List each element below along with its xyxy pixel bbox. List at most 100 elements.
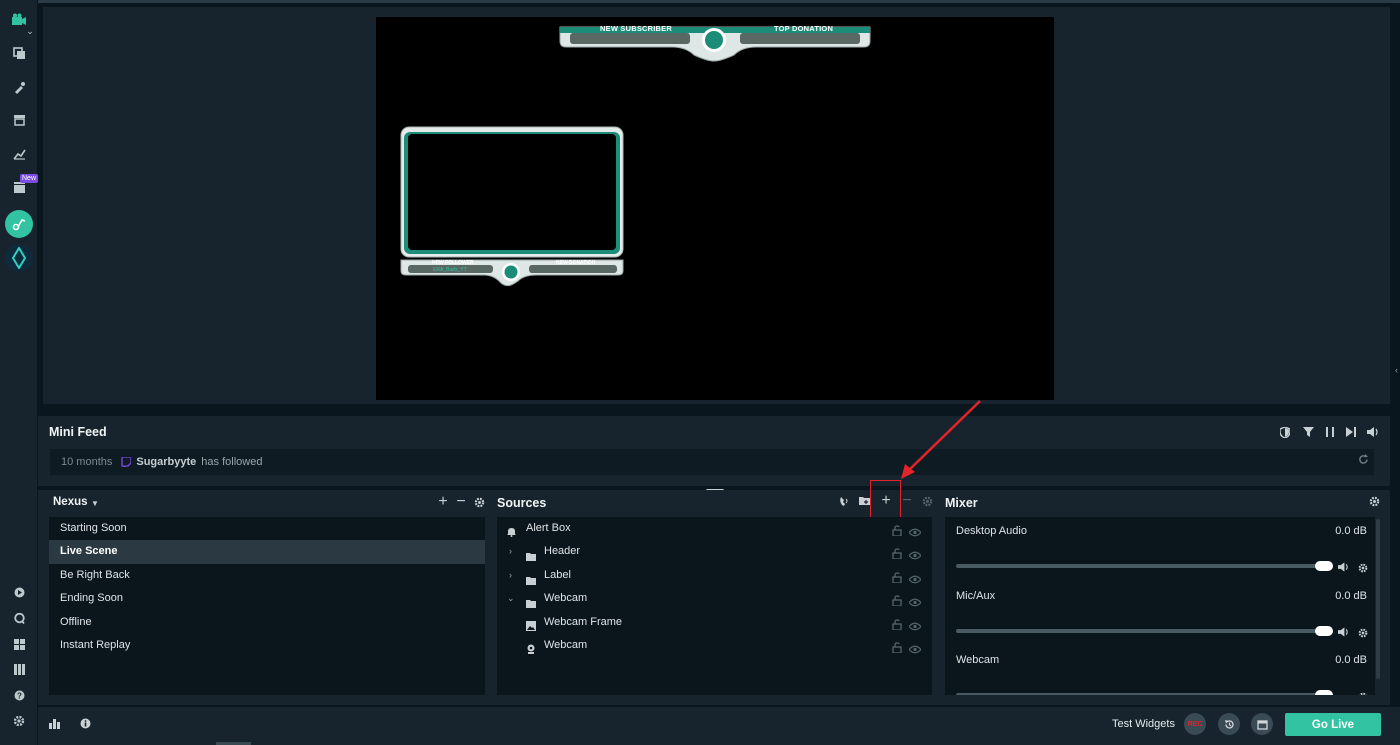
feed-item-time: 10 months	[61, 456, 113, 468]
source-item[interactable]: Webcam	[497, 634, 932, 657]
visibility-eye-icon[interactable]	[908, 641, 922, 654]
visibility-eye-icon[interactable]	[908, 547, 922, 560]
channel-gear-icon[interactable]	[1358, 560, 1368, 578]
filter-icon[interactable]	[1301, 425, 1315, 439]
store-icon[interactable]	[0, 108, 38, 132]
scene-item[interactable]: Starting Soon	[49, 517, 485, 540]
collapse-panel-icon[interactable]: ‹	[1395, 365, 1398, 375]
music-app-icon[interactable]	[5, 210, 33, 238]
skip-icon[interactable]	[1344, 425, 1358, 439]
refresh-icon[interactable]	[1356, 452, 1370, 466]
unlock-icon[interactable]	[892, 546, 902, 561]
remove-source-button[interactable]: −	[900, 492, 914, 509]
channel-name: Desktop Audio	[956, 525, 1027, 537]
mixer-channel: Mic/Aux 0.0 dB	[945, 581, 1373, 645]
source-item[interactable]: ⌄ Webcam	[497, 587, 932, 610]
chat-icon[interactable]	[0, 606, 38, 630]
scenes-list: Starting Soon Live Scene Be Right Back E…	[49, 517, 485, 695]
volume-slider-track[interactable]	[956, 564, 1326, 568]
info-icon[interactable]	[78, 716, 92, 730]
chevron-down-icon[interactable]: ▼	[90, 497, 100, 509]
layout-icon[interactable]	[0, 41, 38, 65]
scene-collection-name[interactable]: Nexus	[53, 496, 88, 508]
sources-list: Alert Box › Header › Label ⌄ Webcam Webc…	[497, 517, 932, 695]
scene-item[interactable]: Be Right Back	[49, 564, 485, 587]
stream-preview-canvas[interactable]: NEW SUBSCRIBER TOP DONATION NEW FOLLOWER…	[376, 17, 1054, 400]
feed-item-action: has followed	[201, 456, 263, 468]
scene-item-active[interactable]: Live Scene	[49, 540, 485, 564]
unlock-icon[interactable]	[892, 593, 902, 607]
mixer-channel: Webcam 0.0 dB	[945, 645, 1373, 695]
feed-item-user[interactable]: Sugarbyyte	[136, 456, 196, 468]
visibility-eye-icon[interactable]	[908, 524, 922, 537]
speaker-icon[interactable]	[1338, 559, 1349, 577]
annotation-arrow	[901, 400, 981, 479]
source-item[interactable]: › Label	[497, 564, 932, 587]
overlay-follower-name: ERA_Badx_YT	[433, 267, 467, 273]
volume-icon[interactable]	[1366, 425, 1380, 439]
unlock-icon[interactable]	[892, 617, 902, 631]
performance-stats-icon[interactable]	[47, 716, 61, 730]
scene-item[interactable]: Ending Soon	[49, 587, 485, 610]
volume-slider-knob[interactable]	[1315, 561, 1333, 571]
record-button[interactable]: REC	[1184, 713, 1206, 735]
left-sidebar: ⌄ New ?	[0, 0, 39, 745]
channel-gear-icon[interactable]	[1358, 689, 1368, 695]
source-label: Alert Box	[526, 522, 571, 534]
chevron-down-icon[interactable]: ⌄	[507, 587, 515, 610]
analytics-icon[interactable]	[0, 142, 38, 166]
visibility-eye-icon[interactable]	[908, 618, 922, 630]
shield-icon[interactable]	[1278, 425, 1292, 439]
diamond-app-icon[interactable]	[5, 244, 33, 272]
settings-gear-icon[interactable]	[0, 709, 38, 733]
chevron-down-icon[interactable]: ⌄	[22, 19, 38, 43]
source-item[interactable]: Alert Box	[497, 517, 932, 540]
volume-slider-track[interactable]	[956, 629, 1326, 633]
unlock-icon[interactable]	[892, 570, 902, 584]
help-icon[interactable]: ?	[0, 683, 38, 707]
add-scene-button[interactable]: +	[436, 493, 450, 510]
feed-item[interactable]: 10 months Sugarbyyte has followed	[50, 449, 1374, 475]
mini-feed-title: Mini Feed	[49, 425, 107, 439]
go-live-button[interactable]: Go Live	[1285, 713, 1381, 736]
studio-mode-icon[interactable]	[0, 657, 38, 681]
source-label: Webcam	[544, 592, 588, 605]
scene-settings-gear-icon[interactable]	[473, 496, 486, 509]
streamlabs-app: ⌄ New ? NEW SUBSCRIBER TOP DONATION NEW …	[0, 0, 1400, 745]
test-widgets-label[interactable]: Test Widgets	[1112, 718, 1175, 730]
twitch-icon	[121, 457, 132, 467]
visibility-eye-icon[interactable]	[908, 571, 922, 584]
channel-gear-icon[interactable]	[1358, 625, 1368, 643]
mixer-settings-gear-icon[interactable]	[1368, 495, 1381, 508]
mixer-scrollbar[interactable]	[1376, 519, 1380, 679]
volume-slider-knob[interactable]	[1315, 690, 1333, 695]
themes-icon[interactable]	[0, 75, 38, 99]
chevron-right-icon[interactable]: ›	[509, 564, 512, 587]
source-properties-gear-icon[interactable]	[921, 495, 934, 508]
visibility-eye-icon[interactable]	[908, 594, 922, 607]
speaker-icon[interactable]	[1338, 624, 1349, 642]
overlay-new-follower-label: NEW FOLLOWER	[432, 260, 474, 266]
channel-level: 0.0 dB	[1335, 654, 1367, 666]
source-item[interactable]: Webcam Frame	[497, 611, 932, 634]
remove-scene-button[interactable]: −	[454, 493, 468, 510]
unlock-icon[interactable]	[892, 523, 902, 537]
layout-editor-icon[interactable]	[0, 632, 38, 656]
microphone-icon[interactable]	[837, 494, 851, 508]
unlock-icon[interactable]	[892, 640, 902, 654]
dashboard-icon[interactable]	[0, 580, 38, 604]
scene-item[interactable]: Offline	[49, 611, 485, 634]
chevron-right-icon[interactable]: ›	[509, 540, 512, 563]
scene-item[interactable]: Instant Replay	[49, 634, 485, 657]
source-label: Webcam Frame	[544, 615, 623, 628]
source-item[interactable]: › Header	[497, 540, 932, 563]
volume-slider-track[interactable]	[956, 693, 1326, 695]
volume-slider-knob[interactable]	[1315, 626, 1333, 636]
channel-level: 0.0 dB	[1335, 590, 1367, 602]
pause-icon[interactable]	[1323, 425, 1337, 439]
schedule-calendar-icon[interactable]	[1251, 713, 1273, 735]
replay-buffer-icon[interactable]	[1218, 713, 1240, 735]
new-badge: New	[20, 174, 39, 183]
channel-name: Mic/Aux	[956, 590, 996, 602]
mixer-title: Mixer	[945, 496, 978, 510]
